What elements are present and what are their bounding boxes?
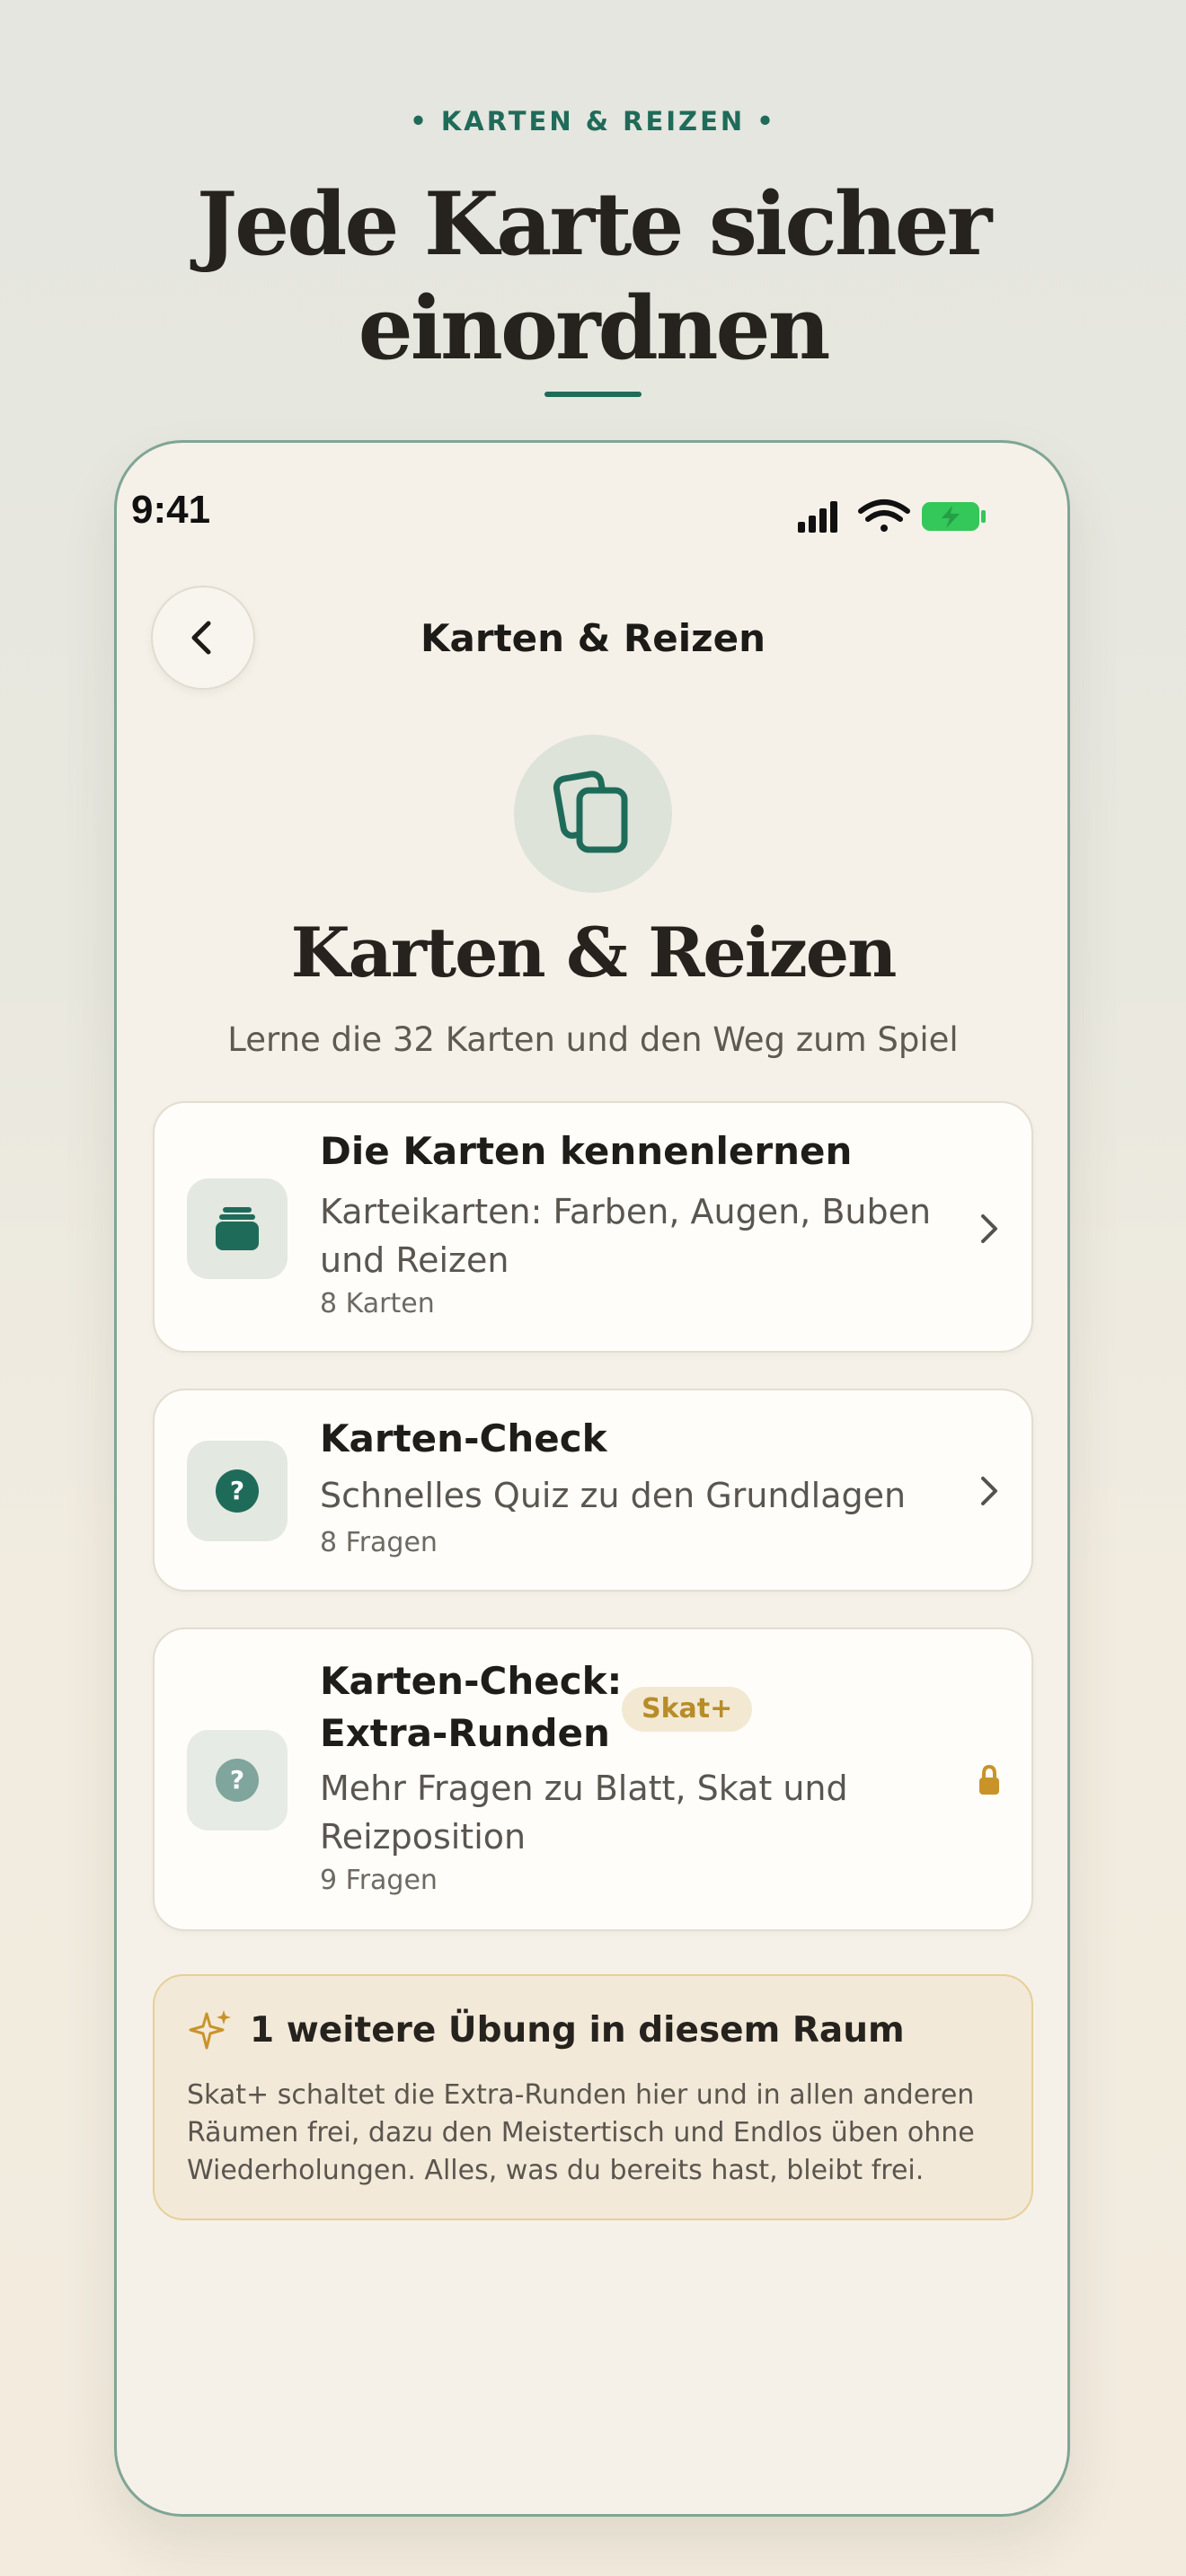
- lesson-count: 9 Fragen: [320, 1865, 438, 1896]
- nav-title: Karten & Reizen: [420, 616, 766, 660]
- lesson-title-line-1: Karten-Check:: [320, 1659, 623, 1703]
- lesson-icon-badge: [187, 1178, 288, 1279]
- battery-charging-icon: [922, 502, 986, 531]
- question-icon: ?: [216, 1759, 259, 1802]
- upsell-body-line-2: Räumen frei, dazu den Meistertisch und E…: [187, 2117, 975, 2148]
- upsell-title: 1 weitere Übung in diesem Raum: [250, 2010, 905, 2051]
- lesson-desc-line-1: Schnelles Quiz zu den Grundlagen: [320, 1476, 907, 1515]
- promo-headline: Jede Karte sicher einordnen: [0, 172, 1186, 381]
- signal-icon: [798, 501, 837, 533]
- lock-icon: [979, 1764, 999, 1795]
- card-deck-icon: [216, 1207, 259, 1250]
- headline-line-2: einordnen: [358, 278, 831, 379]
- lesson-icon-badge: ?: [187, 1441, 288, 1541]
- status-time: 9:41: [131, 488, 211, 532]
- lesson-count: 8 Karten: [320, 1288, 435, 1319]
- chevron-right-icon: [981, 1477, 997, 1505]
- svg-text:?: ?: [230, 1765, 244, 1795]
- headline-line-1: Jede Karte sicher: [196, 173, 993, 275]
- svg-text:?: ?: [230, 1476, 244, 1505]
- lesson-desc-line-2: Reizposition: [320, 1817, 527, 1857]
- lesson-card-karten-check[interactable]: ? Karten-Check Schnelles Quiz zu den Gru…: [153, 1389, 1033, 1592]
- upsell-body-line-3: Wiederholungen. Alles, was du bereits ha…: [187, 2155, 925, 2186]
- lesson-icon-badge: ?: [187, 1730, 288, 1831]
- question-icon: ?: [216, 1469, 259, 1513]
- status-icons: [798, 499, 986, 533]
- lesson-desc-line-1: Mehr Fragen zu Blatt, Skat und: [320, 1769, 848, 1808]
- section-subtitle: Lerne die 32 Karten und den Weg zum Spie…: [227, 1020, 959, 1059]
- lesson-title: Karten-Check: [320, 1416, 607, 1460]
- hero-icon-badge: [514, 735, 672, 893]
- eyebrow-label: • KARTEN & REIZEN •: [410, 106, 776, 137]
- chevron-right-icon: [981, 1214, 997, 1243]
- upsell-body: Skat+ schaltet die Extra-Runden hier und…: [187, 2077, 1005, 2190]
- sparkle-icon: [189, 2010, 231, 2050]
- section-title: Karten & Reizen: [290, 913, 898, 992]
- chevron-left-icon: [191, 621, 211, 655]
- lesson-title-line-2: Extra-Runden: [320, 1711, 610, 1755]
- cards-stack-icon: [553, 771, 628, 853]
- lesson-count: 8 Fragen: [320, 1527, 438, 1558]
- back-button[interactable]: [151, 586, 255, 690]
- lesson-card-karten-kennenlernen[interactable]: Die Karten kennenlernen Karteikarten: Fa…: [153, 1101, 1033, 1353]
- upsell-info-box: 1 weitere Übung in diesem Raum Skat+ sch…: [153, 1974, 1033, 2220]
- lesson-card-extra-runden[interactable]: ? Karten-Check: Extra-Runden Skat+ Mehr …: [153, 1628, 1033, 1931]
- lesson-desc-line-2: und Reizen: [320, 1240, 509, 1280]
- wifi-icon: [858, 499, 910, 532]
- lesson-desc-line-1: Karteikarten: Farben, Augen, Buben: [320, 1192, 932, 1231]
- premium-badge: Skat+: [622, 1687, 753, 1732]
- upsell-body-line-1: Skat+ schaltet die Extra-Runden hier und…: [187, 2079, 975, 2111]
- headline-underline: [544, 392, 642, 397]
- lesson-title: Die Karten kennenlernen: [320, 1129, 853, 1173]
